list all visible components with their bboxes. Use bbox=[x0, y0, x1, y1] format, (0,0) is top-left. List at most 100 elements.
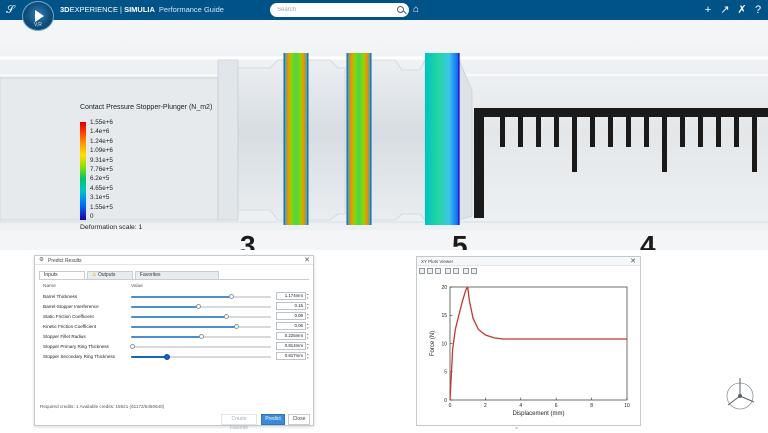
slider-fill bbox=[131, 356, 166, 358]
stepper-icon[interactable]: ▴ ▾ bbox=[307, 322, 310, 330]
y-tick-label: 0 bbox=[444, 398, 447, 404]
slider-thumb[interactable] bbox=[129, 344, 135, 349]
parameter-row: Kinetic Friction Coefficient 0.06 ▴ ▾ bbox=[43, 322, 309, 331]
tag-icon[interactable]: ⌂ bbox=[413, 4, 419, 15]
parameter-value-field[interactable]: 0.817mm bbox=[276, 352, 306, 360]
column-header-value: Value bbox=[131, 284, 143, 289]
parameter-row: Stopper Primary Ring Thickness 0.814mm ▴ ▾ bbox=[43, 342, 309, 351]
parameter-name: Kinetic Friction Coefficient bbox=[43, 324, 97, 329]
legend-label: 3.1e+5 bbox=[90, 194, 110, 202]
help-icon[interactable]: ? bbox=[751, 3, 765, 17]
x-axis-label: Displacement (mm) bbox=[512, 411, 564, 417]
slider-thumb[interactable] bbox=[229, 294, 235, 299]
slider-fill bbox=[131, 306, 199, 308]
parameter-slider[interactable] bbox=[131, 324, 271, 329]
parameter-name: Barrel Thickness bbox=[43, 294, 78, 299]
stepper-icon[interactable]: ▴ ▾ bbox=[307, 302, 310, 310]
slider-fill bbox=[131, 316, 227, 318]
slider-thumb[interactable] bbox=[163, 354, 170, 360]
parameter-row: Barrel-Stopper Interference 0.15 ▴ ▾ bbox=[43, 302, 309, 311]
parameter-row: Stopper Fillet Radius 0.225mm ▴ ▾ bbox=[43, 332, 309, 341]
x-tick-label: 0 bbox=[449, 403, 452, 409]
legend-label: 7.76e+5 bbox=[90, 166, 113, 173]
search-icon[interactable] bbox=[397, 6, 404, 13]
parameter-row: Barrel Thickness 1.174mm ▴ ▾ bbox=[43, 292, 309, 301]
predict-results-dialog: ⚙ Predict Results ✕ Inputs ⚠ Outputs Fav… bbox=[34, 255, 314, 431]
stepper-icon[interactable]: ▴ ▾ bbox=[307, 312, 310, 320]
syringe-mark: 3 bbox=[240, 230, 256, 250]
brand-experience: EXPERIENCE bbox=[69, 5, 118, 14]
x-tick-label: 2 bbox=[484, 403, 487, 409]
parameter-name: Barrel-Stopper Interference bbox=[43, 304, 99, 309]
brand-3d: 3D bbox=[60, 5, 70, 14]
slider-fill bbox=[131, 326, 236, 328]
create-favorite-button[interactable]: Create Favorite bbox=[221, 414, 257, 431]
y-axis-label: Force (N) bbox=[430, 331, 436, 356]
stepper-icon[interactable]: ▴ ▾ bbox=[307, 332, 310, 340]
top-bar: 𝒮 V,R 3DEXPERIENCE | SIMULIA Performance … bbox=[0, 0, 768, 31]
slider-thumb[interactable] bbox=[223, 314, 229, 319]
panel-handle-icon[interactable]: ≈ bbox=[515, 426, 518, 432]
xy-plots-viewer: XY Plots Viewer ✕ 0 2 4 6 8 10 0 5 10 15 20 Displac… bbox=[416, 256, 641, 426]
parameter-value-field[interactable]: 0.225mm bbox=[276, 332, 306, 340]
parameter-name: Stopper Fillet Radius bbox=[43, 334, 86, 339]
stepper-icon[interactable]: ▴ ▾ bbox=[307, 352, 310, 360]
y-tick-label: 20 bbox=[441, 285, 447, 291]
inputs-table: Name Value Barrel Thickness 1.174mm ▴ ▾ Barr… bbox=[39, 279, 309, 379]
slider-fill bbox=[131, 296, 232, 298]
parameter-name: Stopper Primary Ring Thickness bbox=[43, 344, 109, 349]
stepper-icon[interactable]: ▴ ▾ bbox=[307, 342, 310, 350]
slider-thumb[interactable] bbox=[195, 304, 201, 309]
compass-version: V,R bbox=[34, 22, 42, 28]
parameter-value-field[interactable]: 0.15 bbox=[276, 302, 306, 310]
search-input[interactable] bbox=[270, 3, 409, 17]
parameter-slider[interactable] bbox=[131, 294, 271, 299]
parameter-name: Stopper Secondary Ring Thickness bbox=[43, 354, 115, 359]
parameter-name: Static Friction Coefficient bbox=[43, 314, 94, 319]
compass-icon[interactable]: V,R bbox=[22, 1, 54, 31]
3d-viewport[interactable]: 3 5 4 Contact Pressure Stopper-Plunger (… bbox=[0, 20, 768, 250]
slider-thumb[interactable] bbox=[233, 324, 239, 329]
y-tick-label: 5 bbox=[444, 370, 447, 376]
parameter-row: Static Friction Coefficient 0.08 ▴ ▾ bbox=[43, 312, 309, 321]
parameter-slider[interactable] bbox=[131, 314, 271, 319]
brand-subtitle: Performance Guide bbox=[158, 5, 224, 14]
parameter-value-field[interactable]: 0.814mm bbox=[276, 342, 306, 350]
orientation-triad-icon[interactable] bbox=[718, 372, 758, 412]
x-tick-label: 4 bbox=[519, 403, 522, 409]
parameter-value-field[interactable]: 0.08 bbox=[276, 312, 306, 320]
parameter-slider[interactable] bbox=[129, 344, 271, 349]
credits-status: Required credits: 1 Available credits: 1… bbox=[40, 404, 165, 409]
parameter-value-field[interactable]: 0.06 bbox=[276, 322, 306, 330]
app-window: 𝒮 V,R 3DEXPERIENCE | SIMULIA Performance … bbox=[0, 0, 768, 433]
tools-icon[interactable]: ✗ bbox=[735, 3, 749, 17]
parameter-slider[interactable] bbox=[131, 334, 271, 339]
y-tick-label: 10 bbox=[441, 341, 447, 347]
parameter-slider[interactable] bbox=[131, 354, 271, 360]
dialog-title-bar[interactable]: ⚙ Predict Results ✕ bbox=[35, 256, 313, 265]
force-displacement-chart[interactable]: 0 2 4 6 8 10 0 5 10 15 20 Displacement (mm) Force (N… bbox=[417, 257, 642, 427]
legend-label: 6.2e+5 bbox=[90, 175, 110, 183]
tab-label: Inputs bbox=[44, 272, 58, 278]
stepper-icon[interactable]: ▴ ▾ bbox=[307, 292, 310, 300]
column-header-name: Name bbox=[43, 284, 56, 289]
close-button[interactable]: Close bbox=[288, 414, 310, 425]
slider-fill bbox=[131, 336, 201, 338]
legend-label: 9.31e+5 bbox=[90, 156, 113, 164]
legend-label: 1.09e+6 bbox=[90, 147, 113, 155]
x-tick-label: 6 bbox=[555, 403, 558, 409]
legend-label: 1.24e+6 bbox=[90, 137, 113, 145]
parameter-value-field[interactable]: 1.174mm bbox=[276, 292, 306, 300]
slider-thumb[interactable] bbox=[198, 334, 204, 339]
parameter-row: Stopper Secondary Ring Thickness 0.817mm ▴… bbox=[43, 352, 309, 361]
ds-logo-icon[interactable]: 𝒮 bbox=[6, 3, 22, 17]
deformation-scale: Deformation scale: 1 bbox=[80, 224, 143, 231]
parameter-slider[interactable] bbox=[131, 304, 271, 309]
share-icon[interactable]: ↗ bbox=[718, 3, 732, 17]
predict-button[interactable]: Predict bbox=[261, 414, 285, 425]
legend-title: Contact Pressure Stopper-Plunger (N_m2) bbox=[80, 104, 213, 111]
tab-label: Favorites bbox=[140, 272, 161, 278]
play-icon bbox=[35, 10, 44, 22]
close-icon[interactable]: ✕ bbox=[304, 256, 310, 264]
plus-icon[interactable]: + bbox=[701, 3, 715, 17]
